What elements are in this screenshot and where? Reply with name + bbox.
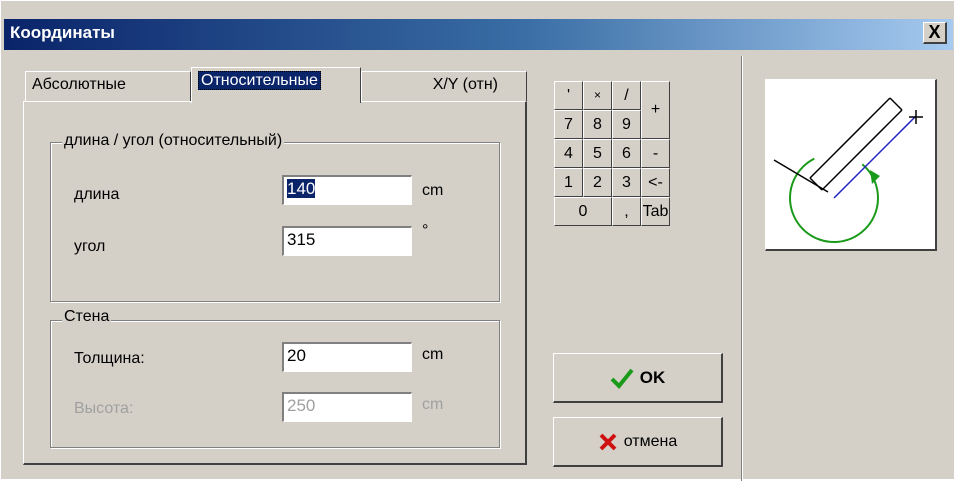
key-plus[interactable]: + (641, 81, 670, 139)
tab-panel: длина / угол (относительный) длина 140 c… (23, 101, 527, 465)
key-tab[interactable]: Tab (641, 197, 670, 226)
wall-direction-diagram (773, 97, 923, 243)
key-comma[interactable]: , (612, 197, 641, 226)
key-multiply[interactable]: × (583, 81, 612, 110)
key-backspace[interactable]: <- (641, 168, 670, 197)
length-input[interactable]: 140 (282, 175, 412, 205)
key-divide[interactable]: / (612, 81, 641, 110)
cancel-label: отмена (623, 432, 678, 450)
key-7[interactable]: 7 (554, 110, 583, 139)
title-bar: Координаты X (4, 19, 953, 50)
ok-label: OK (639, 367, 666, 387)
height-input: 250 (282, 392, 412, 422)
wall-group-label: Стена (62, 308, 112, 326)
cancel-button[interactable]: отмена (553, 417, 723, 467)
tab-xy-label: X/Y (отн) (432, 76, 498, 93)
tab-absolute-label: Абсолютные (32, 76, 126, 93)
close-icon: X (928, 22, 941, 42)
cross-icon (599, 433, 617, 450)
tab-relative[interactable]: Относительные (191, 67, 361, 103)
tab-xy-relative[interactable]: X/Y (отн) (361, 71, 527, 101)
key-0[interactable]: 0 (554, 197, 612, 226)
checkmark-icon (610, 368, 634, 389)
angle-label: угол (74, 238, 106, 255)
key-8[interactable]: 8 (583, 110, 612, 139)
length-label: длина (74, 186, 120, 203)
key-apostrophe[interactable]: ' (554, 81, 583, 110)
wall-preview (765, 79, 937, 251)
key-6[interactable]: 6 (612, 139, 641, 168)
height-label: Высота: (74, 400, 134, 417)
angle-unit: ° (422, 222, 429, 239)
close-button[interactable]: X (923, 22, 947, 44)
height-unit: cm (422, 396, 444, 413)
wall-groupbox (50, 320, 500, 448)
key-9[interactable]: 9 (612, 110, 641, 139)
thickness-input[interactable]: 20 (282, 342, 412, 372)
dialog-title: Координаты (10, 23, 115, 42)
coordinates-dialog: Координаты X Абсолютные Относительные X/… (0, 0, 955, 481)
tab-relative-label: Относительные (198, 71, 321, 90)
key-minus[interactable]: - (641, 139, 670, 168)
relative-groupbox (50, 142, 500, 302)
key-5[interactable]: 5 (583, 139, 612, 168)
key-4[interactable]: 4 (554, 139, 583, 168)
thickness-unit: cm (422, 346, 444, 363)
key-1[interactable]: 1 (554, 168, 583, 197)
tab-absolute[interactable]: Абсолютные (25, 71, 191, 101)
key-3[interactable]: 3 (612, 168, 641, 197)
ok-button[interactable]: OK (553, 353, 723, 403)
relative-group-label: длина / угол (относительный) (62, 132, 285, 150)
key-2[interactable]: 2 (583, 168, 612, 197)
vertical-separator (741, 56, 743, 481)
length-unit: cm (422, 182, 444, 199)
thickness-label: Толщина: (74, 350, 145, 367)
angle-input[interactable]: 315 (282, 226, 412, 256)
